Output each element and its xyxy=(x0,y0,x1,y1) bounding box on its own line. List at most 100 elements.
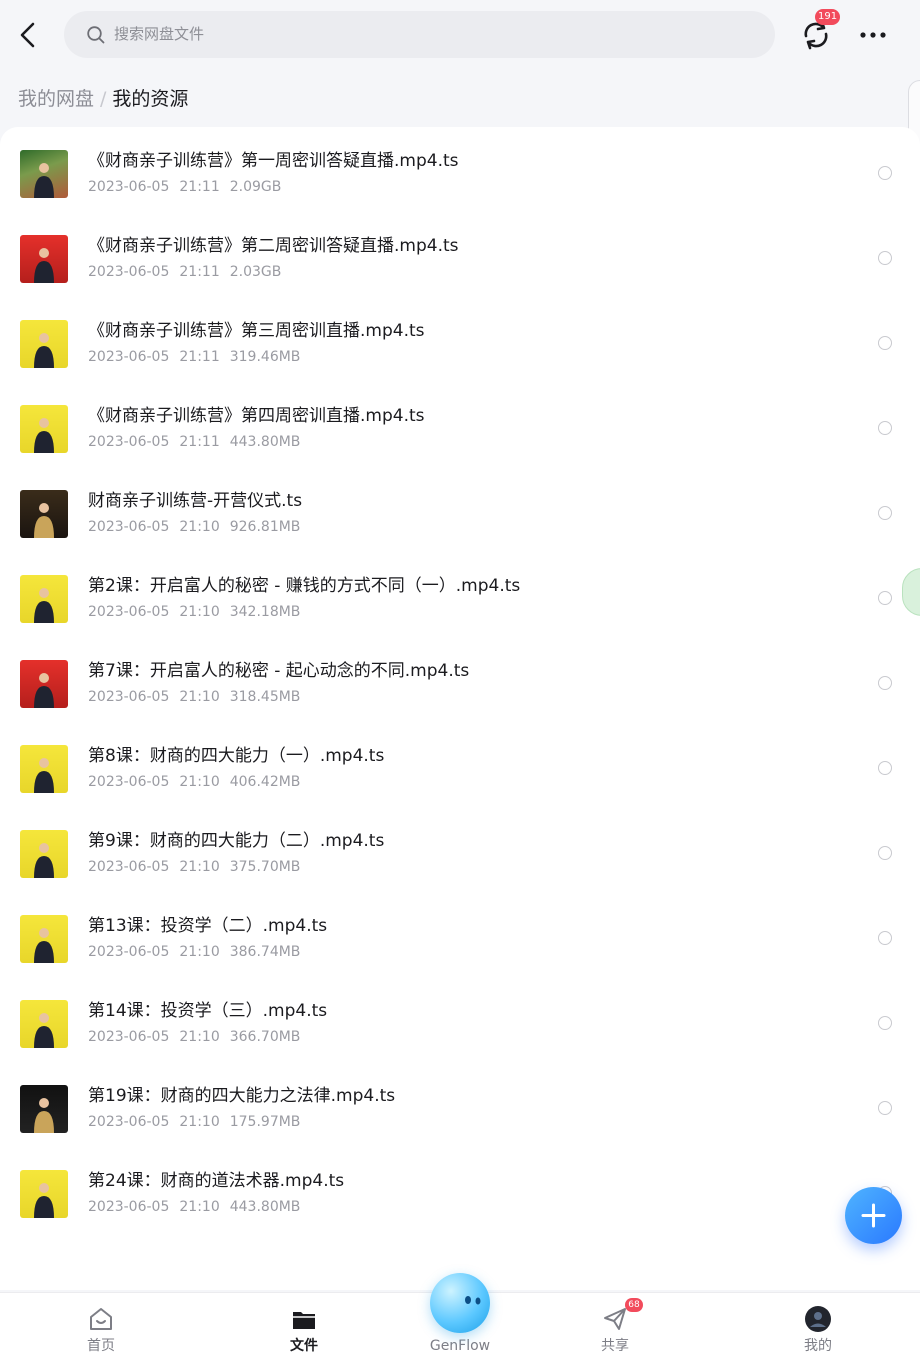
video-thumbnail xyxy=(20,830,68,878)
speaker-figure-icon xyxy=(34,1183,54,1218)
speaker-figure-icon xyxy=(34,333,54,368)
file-row[interactable]: 《财商亲子训练营》第一周密训答疑直播.mp4.ts 2023-06-05 21:11… xyxy=(0,127,920,212)
select-checkbox[interactable] xyxy=(878,166,892,180)
plus-icon xyxy=(861,1203,886,1228)
back-button[interactable] xyxy=(14,18,44,52)
avatar-icon xyxy=(805,1306,831,1332)
file-size: 386.74MB xyxy=(229,944,301,960)
video-thumbnail xyxy=(20,575,68,623)
file-name: 财商亲子训练营-开营仪式.ts xyxy=(88,491,303,511)
file-row[interactable]: 第8课：财商的四大能力（一）.mp4.ts 2023-06-05 21:10 406.… xyxy=(0,722,920,807)
file-row[interactable]: 第14课：投资学（三）.mp4.ts 2023-06-05 21:10 366.70M… xyxy=(0,977,920,1062)
file-meta: 2023-06-05 21:10 342.18MB xyxy=(88,603,300,621)
file-date: 2023-06-05 xyxy=(88,859,170,875)
file-row[interactable]: 《财商亲子训练营》第四周密训直播.mp4.ts 2023-06-05 21:11 44… xyxy=(0,382,920,467)
file-time: 21:10 xyxy=(179,519,220,535)
tab-home-label: 首页 xyxy=(87,1338,115,1354)
file-name: 第9课：财商的四大能力（二）.mp4.ts xyxy=(88,831,385,851)
file-date: 2023-06-05 xyxy=(88,774,170,790)
file-time: 21:10 xyxy=(179,774,220,790)
file-meta: 2023-06-05 21:10 375.70MB xyxy=(88,858,300,876)
file-date: 2023-06-05 xyxy=(88,519,170,535)
search-input[interactable]: 搜索网盘文件 xyxy=(64,11,775,58)
speaker-figure-icon xyxy=(34,758,54,793)
speaker-figure-icon xyxy=(34,418,54,453)
select-checkbox[interactable] xyxy=(878,761,892,775)
file-row[interactable]: 第19课：财商的四大能力之法律.mp4.ts 2023-06-05 21:10 175… xyxy=(0,1062,920,1147)
select-checkbox[interactable] xyxy=(878,931,892,945)
file-meta: 2023-06-05 21:11 2.03GB xyxy=(88,263,281,281)
breadcrumb: 我的网盘 / 我的资源 xyxy=(18,85,188,113)
select-checkbox[interactable] xyxy=(878,336,892,350)
file-size: 342.18MB xyxy=(229,604,301,620)
breadcrumb-separator: / xyxy=(100,88,107,110)
select-checkbox[interactable] xyxy=(878,506,892,520)
top-bar: 搜索网盘文件 191 xyxy=(0,0,920,72)
file-meta: 2023-06-05 21:10 386.74MB xyxy=(88,943,300,961)
tab-share-label: 共享 xyxy=(601,1338,629,1354)
file-size: 443.80MB xyxy=(229,434,301,450)
add-button[interactable] xyxy=(845,1187,902,1244)
tab-genflow-label: GenFlow xyxy=(429,1338,491,1354)
file-name: 第24课：财商的道法术器.mp4.ts xyxy=(88,1171,345,1191)
file-meta: 2023-06-05 21:11 319.46MB xyxy=(88,348,300,366)
file-size: 375.70MB xyxy=(229,859,301,875)
select-checkbox[interactable] xyxy=(878,1016,892,1030)
tab-files-label: 文件 xyxy=(290,1338,318,1354)
tab-files[interactable]: 文件 xyxy=(249,1293,359,1365)
video-thumbnail xyxy=(20,660,68,708)
breadcrumb-parent[interactable]: 我的网盘 xyxy=(18,88,94,110)
file-date: 2023-06-05 xyxy=(88,434,170,450)
file-date: 2023-06-05 xyxy=(88,1114,170,1130)
tab-share[interactable]: 共享 xyxy=(560,1293,670,1365)
home-icon xyxy=(90,1308,112,1330)
select-checkbox[interactable] xyxy=(878,251,892,265)
file-name: 第13课：投资学（二）.mp4.ts xyxy=(88,916,328,936)
video-thumbnail xyxy=(20,235,68,283)
file-row[interactable]: 《财商亲子训练营》第二周密训答疑直播.mp4.ts 2023-06-05 21:11… xyxy=(0,212,920,297)
tab-mine[interactable]: 我的 xyxy=(763,1293,873,1365)
file-meta: 2023-06-05 21:11 443.80MB xyxy=(88,433,300,451)
file-name: 第19课：财商的四大能力之法律.mp4.ts xyxy=(88,1086,396,1106)
video-thumbnail xyxy=(20,320,68,368)
select-checkbox[interactable] xyxy=(878,591,892,605)
file-row[interactable]: 第9课：财商的四大能力（二）.mp4.ts 2023-06-05 21:10 375.… xyxy=(0,807,920,892)
file-size: 318.45MB xyxy=(229,689,301,705)
file-name: 第8课：财商的四大能力（一）.mp4.ts xyxy=(88,746,385,766)
genflow-icon[interactable] xyxy=(430,1273,490,1333)
file-size: 2.03GB xyxy=(229,264,282,280)
tab-home[interactable]: 首页 xyxy=(46,1293,156,1365)
file-row[interactable]: 第24课：财商的道法术器.mp4.ts 2023-06-05 21:10 443.80… xyxy=(0,1147,920,1232)
video-thumbnail xyxy=(20,490,68,538)
file-row[interactable]: 《财商亲子训练营》第三周密训直播.mp4.ts 2023-06-05 21:11 31… xyxy=(0,297,920,382)
select-checkbox[interactable] xyxy=(878,1101,892,1115)
video-thumbnail xyxy=(20,745,68,793)
share-icon xyxy=(604,1308,626,1330)
file-name: 《财商亲子训练营》第四周密训直播.mp4.ts xyxy=(88,406,425,426)
file-time: 21:10 xyxy=(179,1199,220,1215)
video-thumbnail xyxy=(20,1085,68,1133)
more-button[interactable] xyxy=(856,22,890,48)
file-row[interactable]: 第13课：投资学（二）.mp4.ts 2023-06-05 21:10 386.74M… xyxy=(0,892,920,977)
video-thumbnail xyxy=(20,1000,68,1048)
video-thumbnail xyxy=(20,405,68,453)
file-time: 21:10 xyxy=(179,604,220,620)
file-meta: 2023-06-05 21:10 318.45MB xyxy=(88,688,300,706)
select-checkbox[interactable] xyxy=(878,421,892,435)
file-row[interactable]: 第7课：开启富人的秘密 - 起心动念的不同.mp4.ts 2023-06-05 21… xyxy=(0,637,920,722)
select-checkbox[interactable] xyxy=(878,846,892,860)
file-time: 21:10 xyxy=(179,689,220,705)
file-meta: 2023-06-05 21:10 443.80MB xyxy=(88,1198,300,1216)
file-row[interactable]: 第2课：开启富人的秘密 - 赚钱的方式不同（一）.mp4.ts 2023-06-0… xyxy=(0,552,920,637)
file-date: 2023-06-05 xyxy=(88,944,170,960)
speaker-figure-icon xyxy=(34,163,54,198)
file-row[interactable]: 财商亲子训练营-开营仪式.ts 2023-06-05 21:10 926.81MB xyxy=(0,467,920,552)
tab-mine-label: 我的 xyxy=(804,1338,832,1354)
file-time: 21:10 xyxy=(179,1114,220,1130)
speaker-figure-icon xyxy=(34,588,54,623)
file-date: 2023-06-05 xyxy=(88,689,170,705)
file-date: 2023-06-05 xyxy=(88,264,170,280)
speaker-figure-icon xyxy=(34,673,54,708)
select-checkbox[interactable] xyxy=(878,676,892,690)
video-thumbnail xyxy=(20,1170,68,1218)
